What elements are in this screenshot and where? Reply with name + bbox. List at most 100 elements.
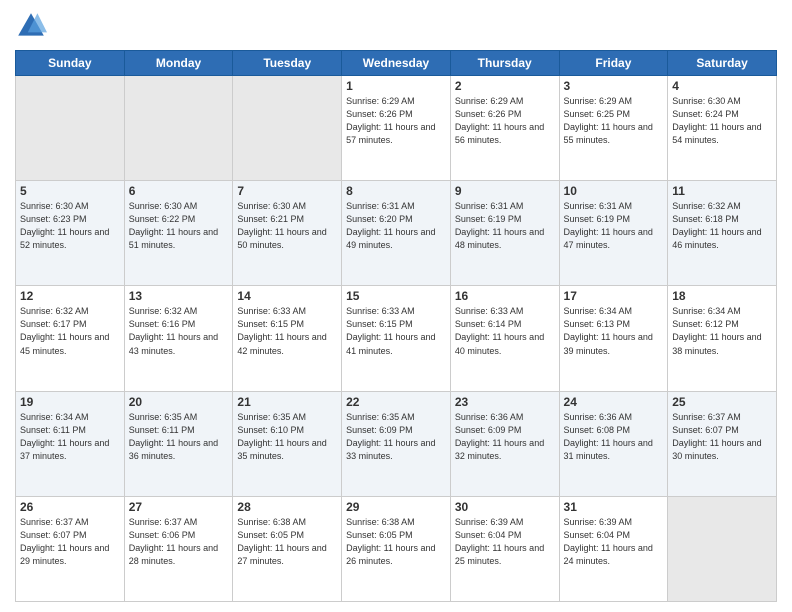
calendar-cell: 21 Sunrise: 6:35 AM Sunset: 6:10 PM Dayli… xyxy=(233,391,342,496)
calendar-cell xyxy=(233,76,342,181)
week-row-2: 5 Sunrise: 6:30 AM Sunset: 6:23 PM Daylig… xyxy=(16,181,777,286)
day-number: 10 xyxy=(564,184,664,198)
page: SundayMondayTuesdayWednesdayThursdayFrid… xyxy=(0,0,792,612)
day-number: 20 xyxy=(129,395,229,409)
calendar-cell: 13 Sunrise: 6:32 AM Sunset: 6:16 PM Dayli… xyxy=(124,286,233,391)
logo-icon xyxy=(15,10,47,42)
day-info: Sunrise: 6:32 AM Sunset: 6:16 PM Dayligh… xyxy=(129,305,229,357)
calendar-cell: 7 Sunrise: 6:30 AM Sunset: 6:21 PM Daylig… xyxy=(233,181,342,286)
day-info: Sunrise: 6:39 AM Sunset: 6:04 PM Dayligh… xyxy=(564,516,664,568)
week-row-4: 19 Sunrise: 6:34 AM Sunset: 6:11 PM Dayli… xyxy=(16,391,777,496)
calendar-cell: 12Sunrise: 6:32 AM Sunset: 6:17 PM Dayli… xyxy=(16,286,125,391)
day-number: 14 xyxy=(237,289,337,303)
day-header-wednesday: Wednesday xyxy=(342,51,451,76)
day-info: Sunrise: 6:33 AM Sunset: 6:15 PM Dayligh… xyxy=(346,305,446,357)
calendar-cell xyxy=(668,496,777,601)
day-number: 19 xyxy=(20,395,120,409)
day-number: 25 xyxy=(672,395,772,409)
calendar-cell: 16Sunrise: 6:33 AM Sunset: 6:14 PM Dayli… xyxy=(450,286,559,391)
day-number: 2 xyxy=(455,79,555,93)
day-info: Sunrise: 6:32 AM Sunset: 6:18 PM Dayligh… xyxy=(672,200,772,252)
day-info: Sunrise: 6:39 AM Sunset: 6:04 PM Dayligh… xyxy=(455,516,555,568)
day-header-thursday: Thursday xyxy=(450,51,559,76)
calendar-cell: 31 Sunrise: 6:39 AM Sunset: 6:04 PM Dayli… xyxy=(559,496,668,601)
calendar-cell: 17Sunrise: 6:34 AM Sunset: 6:13 PM Dayli… xyxy=(559,286,668,391)
day-number: 28 xyxy=(237,500,337,514)
day-header-sunday: Sunday xyxy=(16,51,125,76)
day-info: Sunrise: 6:30 AM Sunset: 6:23 PM Dayligh… xyxy=(20,200,120,252)
calendar-cell: 14Sunrise: 6:33 AM Sunset: 6:15 PM Dayli… xyxy=(233,286,342,391)
day-number: 22 xyxy=(346,395,446,409)
day-info: Sunrise: 6:37 AM Sunset: 6:07 PM Dayligh… xyxy=(20,516,120,568)
day-header-friday: Friday xyxy=(559,51,668,76)
day-number: 12 xyxy=(20,289,120,303)
day-number: 7 xyxy=(237,184,337,198)
day-number: 3 xyxy=(564,79,664,93)
day-number: 23 xyxy=(455,395,555,409)
calendar-cell: 28 Sunrise: 6:38 AM Sunset: 6:05 PM Dayli… xyxy=(233,496,342,601)
calendar-cell: 29 Sunrise: 6:38 AM Sunset: 6:05 PM Dayli… xyxy=(342,496,451,601)
calendar-cell: 20 Sunrise: 6:35 AM Sunset: 6:11 PM Dayli… xyxy=(124,391,233,496)
day-info: Sunrise: 6:31 AM Sunset: 6:19 PM Dayligh… xyxy=(455,200,555,252)
day-number: 21 xyxy=(237,395,337,409)
day-info: Sunrise: 6:29 AM Sunset: 6:26 PM Dayligh… xyxy=(455,95,555,147)
day-info: Sunrise: 6:31 AM Sunset: 6:20 PM Dayligh… xyxy=(346,200,446,252)
day-number: 15 xyxy=(346,289,446,303)
day-number: 6 xyxy=(129,184,229,198)
day-info: Sunrise: 6:30 AM Sunset: 6:22 PM Dayligh… xyxy=(129,200,229,252)
calendar-cell: 11Sunrise: 6:32 AM Sunset: 6:18 PM Dayli… xyxy=(668,181,777,286)
calendar-cell: 25 Sunrise: 6:37 AM Sunset: 6:07 PM Dayli… xyxy=(668,391,777,496)
calendar-cell: 19 Sunrise: 6:34 AM Sunset: 6:11 PM Dayli… xyxy=(16,391,125,496)
day-number: 17 xyxy=(564,289,664,303)
day-info: Sunrise: 6:35 AM Sunset: 6:10 PM Dayligh… xyxy=(237,411,337,463)
calendar-table: SundayMondayTuesdayWednesdayThursdayFrid… xyxy=(15,50,777,602)
day-info: Sunrise: 6:38 AM Sunset: 6:05 PM Dayligh… xyxy=(237,516,337,568)
day-header-monday: Monday xyxy=(124,51,233,76)
week-row-5: 26 Sunrise: 6:37 AM Sunset: 6:07 PM Dayli… xyxy=(16,496,777,601)
day-header-tuesday: Tuesday xyxy=(233,51,342,76)
day-number: 4 xyxy=(672,79,772,93)
day-info: Sunrise: 6:34 AM Sunset: 6:12 PM Dayligh… xyxy=(672,305,772,357)
day-number: 29 xyxy=(346,500,446,514)
calendar-cell: 22Sunrise: 6:35 AM Sunset: 6:09 PM Dayli… xyxy=(342,391,451,496)
day-info: Sunrise: 6:30 AM Sunset: 6:21 PM Dayligh… xyxy=(237,200,337,252)
day-number: 1 xyxy=(346,79,446,93)
calendar-cell: 23 Sunrise: 6:36 AM Sunset: 6:09 PM Dayli… xyxy=(450,391,559,496)
day-number: 5 xyxy=(20,184,120,198)
calendar-cell: 24Sunrise: 6:36 AM Sunset: 6:08 PM Dayli… xyxy=(559,391,668,496)
day-number: 30 xyxy=(455,500,555,514)
day-info: Sunrise: 6:38 AM Sunset: 6:05 PM Dayligh… xyxy=(346,516,446,568)
calendar-header: SundayMondayTuesdayWednesdayThursdayFrid… xyxy=(16,51,777,76)
day-number: 9 xyxy=(455,184,555,198)
week-row-1: 1 Sunrise: 6:29 AM Sunset: 6:26 PM Daylig… xyxy=(16,76,777,181)
day-info: Sunrise: 6:33 AM Sunset: 6:14 PM Dayligh… xyxy=(455,305,555,357)
calendar-cell: 5 Sunrise: 6:30 AM Sunset: 6:23 PM Daylig… xyxy=(16,181,125,286)
calendar-cell: 10 Sunrise: 6:31 AM Sunset: 6:19 PM Dayli… xyxy=(559,181,668,286)
day-info: Sunrise: 6:36 AM Sunset: 6:08 PM Dayligh… xyxy=(564,411,664,463)
day-number: 13 xyxy=(129,289,229,303)
day-header-saturday: Saturday xyxy=(668,51,777,76)
week-row-3: 12Sunrise: 6:32 AM Sunset: 6:17 PM Dayli… xyxy=(16,286,777,391)
calendar-cell: 27Sunrise: 6:37 AM Sunset: 6:06 PM Dayli… xyxy=(124,496,233,601)
day-info: Sunrise: 6:34 AM Sunset: 6:11 PM Dayligh… xyxy=(20,411,120,463)
calendar-cell: 15 Sunrise: 6:33 AM Sunset: 6:15 PM Dayli… xyxy=(342,286,451,391)
day-info: Sunrise: 6:31 AM Sunset: 6:19 PM Dayligh… xyxy=(564,200,664,252)
day-number: 8 xyxy=(346,184,446,198)
calendar-cell xyxy=(124,76,233,181)
logo xyxy=(15,10,53,42)
day-info: Sunrise: 6:30 AM Sunset: 6:24 PM Dayligh… xyxy=(672,95,772,147)
day-info: Sunrise: 6:35 AM Sunset: 6:11 PM Dayligh… xyxy=(129,411,229,463)
day-info: Sunrise: 6:37 AM Sunset: 6:07 PM Dayligh… xyxy=(672,411,772,463)
day-info: Sunrise: 6:29 AM Sunset: 6:25 PM Dayligh… xyxy=(564,95,664,147)
day-info: Sunrise: 6:36 AM Sunset: 6:09 PM Dayligh… xyxy=(455,411,555,463)
day-number: 31 xyxy=(564,500,664,514)
calendar-cell: 8 Sunrise: 6:31 AM Sunset: 6:20 PM Daylig… xyxy=(342,181,451,286)
calendar-cell: 1Sunrise: 6:29 AM Sunset: 6:26 PM Daylig… xyxy=(342,76,451,181)
header-row: SundayMondayTuesdayWednesdayThursdayFrid… xyxy=(16,51,777,76)
header xyxy=(15,10,777,42)
day-number: 27 xyxy=(129,500,229,514)
calendar-cell: 26 Sunrise: 6:37 AM Sunset: 6:07 PM Dayli… xyxy=(16,496,125,601)
day-number: 26 xyxy=(20,500,120,514)
calendar-cell: 18Sunrise: 6:34 AM Sunset: 6:12 PM Dayli… xyxy=(668,286,777,391)
calendar-cell: 30 Sunrise: 6:39 AM Sunset: 6:04 PM Dayli… xyxy=(450,496,559,601)
